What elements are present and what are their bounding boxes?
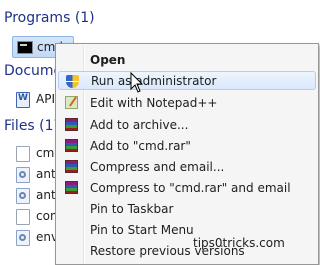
winrar-icon xyxy=(65,181,78,194)
winrar-icon xyxy=(65,139,78,152)
menu-item-label: Edit with Notepad++ xyxy=(90,96,218,110)
file-icon xyxy=(16,209,30,225)
menu-item-run-as-administrator[interactable]: Run as administrator xyxy=(58,71,316,90)
menu-item-add-to-archive[interactable]: Add to archive... xyxy=(58,115,316,134)
shield-icon xyxy=(66,75,79,88)
menu-item-label: Pin to Start Menu xyxy=(90,223,194,237)
menu-item-label: Compress and email... xyxy=(90,160,225,174)
menu-item-label: Open xyxy=(90,53,126,67)
documents-header: Docume xyxy=(4,63,63,79)
settings-file-icon xyxy=(16,167,30,183)
context-menu: Open Run as administrator Edit with Note… xyxy=(55,43,319,265)
menu-item-pin-to-taskbar[interactable]: Pin to Taskbar xyxy=(58,199,316,218)
mouse-cursor-icon xyxy=(130,72,144,93)
menu-item-label: Run as administrator xyxy=(91,74,217,88)
file-item-label: ant xyxy=(36,188,56,202)
winrar-icon xyxy=(65,160,78,173)
programs-header: Programs (1) xyxy=(4,10,95,26)
settings-file-icon xyxy=(16,230,30,246)
winrar-icon xyxy=(65,118,78,131)
watermark-text: tips0tricks.com xyxy=(193,236,285,250)
menu-item-edit-with-notepad[interactable]: Edit with Notepad++ xyxy=(58,93,316,112)
word-document-icon xyxy=(16,92,30,108)
menu-item-add-to-cmd-rar[interactable]: Add to "cmd.rar" xyxy=(58,136,316,155)
settings-file-icon xyxy=(16,188,30,204)
files-header: Files (17 xyxy=(4,118,63,134)
menu-item-label: Add to "cmd.rar" xyxy=(90,139,191,153)
menu-item-label: Add to archive... xyxy=(90,118,189,132)
menu-item-compress-to-cmd-rar-and-email[interactable]: Compress to "cmd.rar" and email xyxy=(58,178,316,197)
document-item-label: API xyxy=(36,92,55,106)
menu-item-compress-and-email[interactable]: Compress and email... xyxy=(58,157,316,176)
file-item-label: ant xyxy=(36,167,56,181)
menu-item-label: Compress to "cmd.rar" and email xyxy=(90,181,291,195)
command-prompt-icon xyxy=(17,41,33,54)
notepad-plus-plus-icon xyxy=(65,96,78,109)
menu-item-open[interactable]: Open xyxy=(58,50,316,69)
menu-item-label: Pin to Taskbar xyxy=(90,202,174,216)
file-icon xyxy=(16,146,30,162)
